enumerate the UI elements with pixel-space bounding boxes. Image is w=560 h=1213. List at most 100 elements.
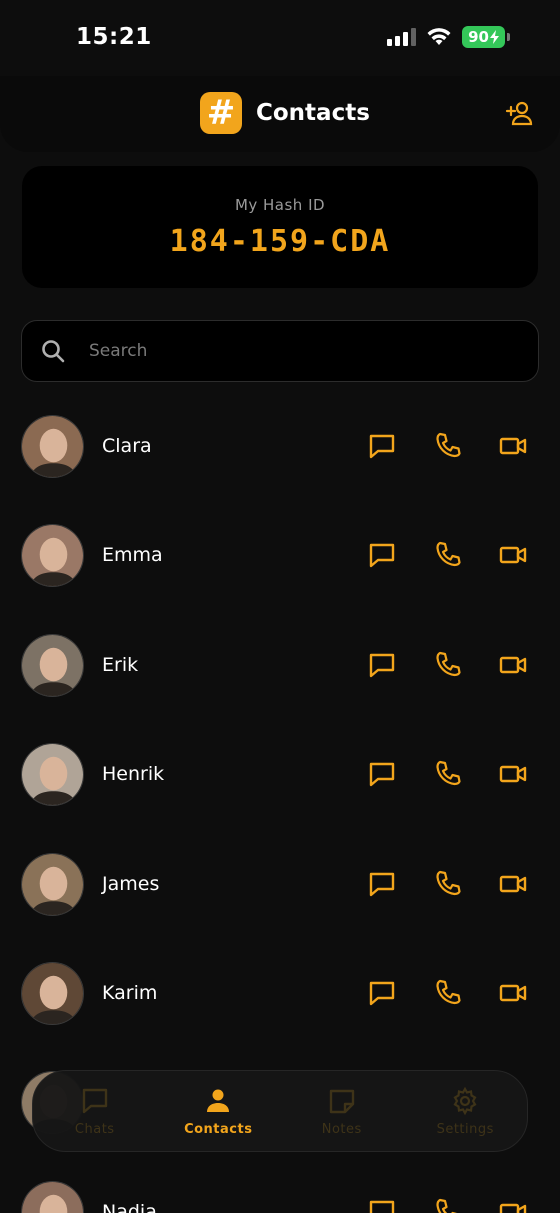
video-call-button[interactable] (497, 430, 529, 462)
phone-icon (436, 761, 461, 786)
status-time: 15:21 (76, 24, 152, 50)
message-button[interactable] (366, 649, 398, 681)
battery-tip (507, 33, 510, 41)
phone-icon (436, 651, 461, 676)
message-button[interactable] (366, 868, 398, 900)
call-button[interactable] (432, 1196, 464, 1213)
avatar-image (22, 525, 83, 587)
video-camera-icon (499, 437, 527, 455)
tab-settings[interactable]: Settings (410, 1086, 520, 1137)
search-input[interactable] (89, 341, 489, 361)
video-call-button[interactable] (497, 649, 529, 681)
video-call-button[interactable] (497, 758, 529, 790)
video-camera-icon (499, 984, 527, 1002)
video-camera-icon (499, 765, 527, 783)
tab-chats[interactable]: Chats (40, 1086, 150, 1137)
battery-level: 90 (468, 28, 489, 46)
message-icon (369, 762, 395, 787)
video-call-button[interactable] (497, 977, 529, 1009)
phone-icon (436, 542, 461, 567)
video-call-button[interactable] (497, 868, 529, 900)
call-button[interactable] (432, 649, 464, 681)
video-call-button[interactable] (497, 539, 529, 571)
call-button[interactable] (432, 868, 464, 900)
page-title: Contacts (256, 100, 370, 126)
video-camera-icon (499, 875, 527, 892)
avatar (21, 1180, 84, 1213)
charging-bolt-icon (490, 30, 499, 44)
message-icon (369, 1200, 395, 1213)
video-camera-icon (499, 547, 527, 564)
app-header: # Contacts (0, 76, 560, 152)
contact-row[interactable]: Emma (0, 501, 560, 610)
avatar (21, 852, 84, 916)
avatar (21, 633, 84, 697)
message-button[interactable] (366, 977, 398, 1009)
call-button[interactable] (432, 977, 464, 1009)
phone-icon (436, 979, 461, 1005)
video-call-button[interactable] (497, 1196, 529, 1213)
battery-indicator: 90 (462, 26, 505, 48)
person-icon (207, 1089, 230, 1112)
hash-id-card[interactable]: My Hash ID 184-159-CDA (22, 166, 538, 288)
chat-icon (82, 1088, 107, 1113)
contact-row[interactable]: Clara (0, 392, 560, 501)
message-icon (369, 544, 395, 568)
avatar (21, 524, 84, 588)
tab-contacts[interactable]: Contacts (163, 1086, 273, 1137)
contact-name: Karim (102, 981, 158, 1004)
tab-notes[interactable]: Notes (287, 1086, 397, 1137)
add-person-icon (505, 101, 533, 126)
gear-icon (453, 1086, 477, 1115)
avatar (21, 743, 84, 807)
message-icon (369, 653, 395, 677)
note-icon (329, 1089, 354, 1113)
bottom-tab-bar: Chats Contacts Notes Settings (32, 1070, 528, 1152)
hash-id-label: My Hash ID (234, 196, 326, 214)
wifi-icon (427, 28, 451, 45)
message-icon (369, 981, 395, 1006)
call-button[interactable] (432, 539, 464, 571)
video-camera-icon (499, 656, 527, 673)
message-button[interactable] (366, 539, 398, 571)
call-button[interactable] (432, 758, 464, 790)
contact-row[interactable]: Erik (0, 611, 560, 720)
contact-name: Erik (102, 653, 139, 676)
contact-name: Henrik (102, 763, 165, 786)
tab-label: Chats (74, 1121, 115, 1137)
contact-name: Emma (102, 544, 163, 567)
tab-label: Notes (321, 1121, 362, 1137)
contact-row[interactable]: Karim (0, 939, 560, 1048)
avatar-image (22, 1181, 83, 1213)
status-icons: 90 (387, 26, 510, 48)
contact-row[interactable]: Henrik (0, 720, 560, 829)
contact-name: James (102, 872, 160, 895)
header-title-group: # Contacts (200, 92, 370, 134)
message-button[interactable] (366, 430, 398, 462)
avatar (21, 961, 84, 1025)
tab-label: Settings (436, 1121, 494, 1137)
app-logo-hash-icon: # (200, 92, 242, 134)
phone-icon (436, 870, 461, 895)
phone-icon (436, 432, 461, 458)
avatar-image (22, 416, 83, 477)
contacts-screen: 15:21 90 # Contacts My Hash ID 184-159-C… (0, 0, 560, 1213)
search-bar[interactable] (21, 320, 539, 382)
video-camera-icon (499, 1203, 527, 1213)
contact-row[interactable]: Nadia (0, 1158, 560, 1213)
message-button[interactable] (366, 1196, 398, 1213)
phone-icon (436, 1198, 459, 1213)
tab-label: Contacts (184, 1121, 253, 1137)
avatar-image (22, 962, 83, 1024)
contact-row[interactable]: James (0, 830, 560, 939)
avatar (21, 415, 84, 478)
contact-name: Clara (102, 435, 152, 457)
avatar-image (22, 744, 83, 806)
hash-id-value: 184-159-CDA (169, 224, 391, 259)
search-icon (42, 340, 65, 363)
add-contact-button[interactable] (504, 98, 536, 130)
call-button[interactable] (432, 430, 464, 462)
contact-name: Nadia (102, 1200, 157, 1213)
cellular-signal-icon (387, 28, 417, 46)
message-button[interactable] (366, 758, 398, 790)
